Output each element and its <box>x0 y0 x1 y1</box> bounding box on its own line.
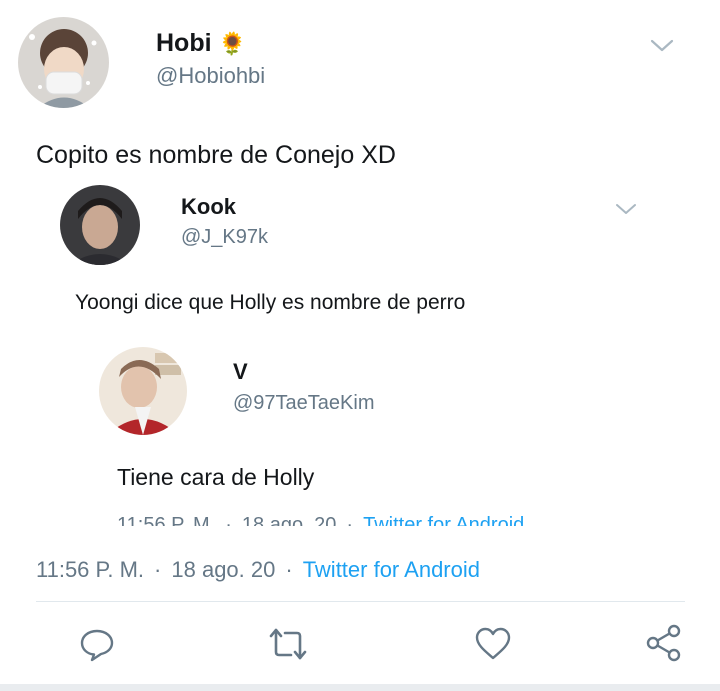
quoted-avatar[interactable] <box>60 185 140 265</box>
sunflower-emoji: 🌻 <box>218 31 246 56</box>
nested-quoted-text: Tiene cara de Holly <box>117 464 315 490</box>
tweet-menu-button[interactable] <box>650 38 674 54</box>
like-button[interactable] <box>474 626 512 662</box>
author-name-row[interactable]: Hobi 🌻 <box>156 28 246 59</box>
tweet-source-link[interactable]: Twitter for Android <box>303 557 480 582</box>
retweet-icon <box>269 628 307 660</box>
nested-quoted-meta-clip: 11:56 P. M. · 18 ago. 20 · Twitter for Andro… <box>117 512 587 526</box>
quoted-text: Yoongi dice que Holly es nombre de perro <box>75 291 466 314</box>
quoted-author-name[interactable]: Kook <box>181 194 236 220</box>
chevron-down-icon <box>650 39 674 52</box>
retweet-button[interactable] <box>269 626 307 662</box>
tweet-time: 11:56 P. M. <box>36 557 145 582</box>
chevron-down-icon <box>616 204 636 214</box>
avatar[interactable] <box>18 17 109 108</box>
nested-quoted-avatar-image <box>99 347 187 435</box>
tweet-date: 18 ago. 20 <box>171 557 276 582</box>
separator: · <box>285 557 293 582</box>
share-icon <box>646 624 681 662</box>
share-button[interactable] <box>645 623 683 663</box>
avatar-image <box>18 17 109 108</box>
nested-quoted-date: 18 ago. 20 <box>241 514 337 526</box>
author-handle[interactable]: @Hobiohbi <box>156 62 265 90</box>
heart-icon <box>475 627 511 660</box>
separator: · <box>225 514 232 526</box>
quoted-author-handle[interactable]: @J_K97k <box>181 224 268 250</box>
reply-icon <box>80 629 114 662</box>
nested-quoted-author-handle[interactable]: @97TaeTaeKim <box>233 390 374 416</box>
nested-quoted-avatar[interactable] <box>99 347 187 435</box>
tweet-text: Copito es nombre de Conejo XD <box>36 141 396 169</box>
tweet-meta: 11:56 P. M. · 18 ago. 20 · Twitter for Andro… <box>36 556 480 584</box>
divider <box>36 601 685 602</box>
separator: · <box>346 514 354 526</box>
nested-quoted-time: 11:56 P. M. <box>117 514 216 526</box>
nested-quoted-meta: 11:56 P. M. · 18 ago. 20 · Twitter for Andro… <box>117 512 524 526</box>
quoted-menu-button[interactable] <box>615 202 637 216</box>
separator: · <box>154 557 162 582</box>
nested-quoted-author-name[interactable]: V <box>233 358 248 386</box>
tweet-detail-page: Hobi 🌻 @Hobiohbi Copito es nombre de Con… <box>0 0 720 691</box>
quoted-avatar-image <box>60 185 140 265</box>
reply-button[interactable] <box>79 626 115 662</box>
nested-quoted-source-link[interactable]: Twitter for Android <box>363 514 524 526</box>
bottom-edge <box>0 684 720 691</box>
author-name: Hobi <box>156 29 212 57</box>
